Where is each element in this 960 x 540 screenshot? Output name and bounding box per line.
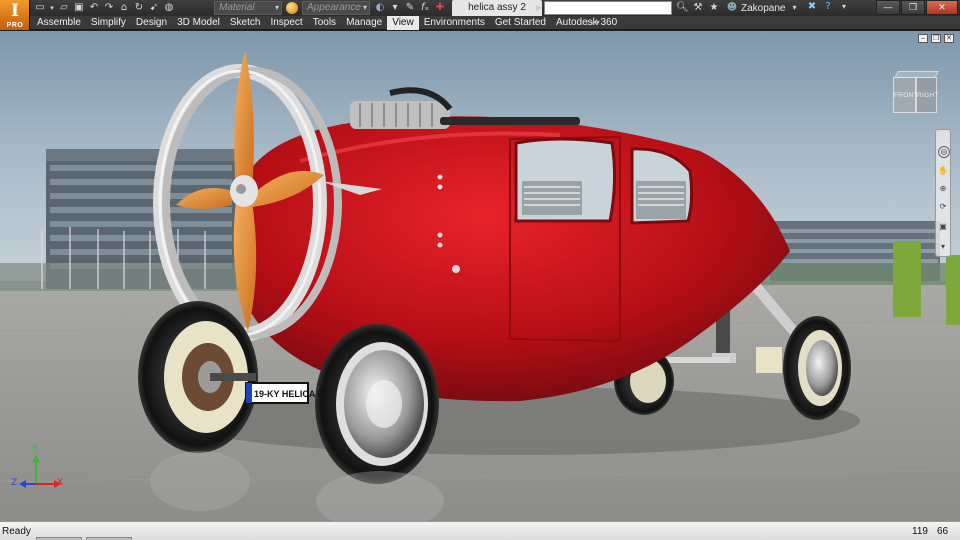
application-menu-button[interactable]: I PRO <box>0 0 30 30</box>
ribbon-tabs: Assemble Simplify Design 3D Model Sketch Insp… <box>32 16 622 30</box>
license-plate-text: 19-KY HELICA 01 <box>254 389 328 399</box>
ribbon-tab-tools[interactable]: Tools <box>308 16 341 30</box>
chevron-down-icon[interactable]: ▾ <box>838 1 850 13</box>
ribbon-tab-sketch[interactable]: Sketch <box>225 16 266 30</box>
triad-z-label: Z <box>11 478 18 488</box>
search-input[interactable] <box>544 1 672 15</box>
star-icon[interactable]: ★ <box>708 2 720 14</box>
quick-access-toolbar: ▭ ▾ ▱ ▣ ↶ ↷ ⌂ ↻ ➹ ◍ <box>34 2 175 14</box>
clear-appearance-icon[interactable]: ◐ <box>374 2 386 14</box>
ribbon-tab-view[interactable]: View <box>387 16 419 30</box>
triad-axes-icon <box>19 455 61 488</box>
add-icon[interactable]: ✚ <box>434 2 446 14</box>
status-bar: Ready 119 66 <box>0 521 960 540</box>
status-text: Ready <box>2 526 31 537</box>
new-icon[interactable]: ▭ <box>34 2 46 14</box>
material-dropdown[interactable]: Material ▾ <box>214 1 282 15</box>
title-bar: ▭ ▾ ▱ ▣ ↶ ↷ ⌂ ↻ ➹ ◍ Material ▾ Appearanc… <box>0 0 960 16</box>
viewport-minimize-button[interactable]: – <box>918 34 928 43</box>
ribbon-options-icon[interactable]: ▭ ▾ <box>586 18 600 27</box>
coordinate-triad: Y X Z <box>10 444 70 502</box>
steering-wheel-icon[interactable]: ◎ <box>938 146 950 158</box>
ribbon-tab-manage[interactable]: Manage <box>341 16 387 30</box>
tab-scroll-icon[interactable]: ▶ <box>536 3 542 12</box>
appearance-placeholder: Appearance <box>307 2 361 13</box>
ribbon-tab-3d-model[interactable]: 3D Model <box>172 16 225 30</box>
viewcube-right-face[interactable]: RIGHT <box>916 77 938 113</box>
app-badge: PRO <box>6 22 24 29</box>
minimize-button[interactable]: — <box>876 0 900 15</box>
home-icon[interactable]: ⌂ <box>118 2 130 14</box>
triad-y-label: Y <box>32 444 38 454</box>
ribbon-tab-environments[interactable]: Environments <box>419 16 490 30</box>
formula-icon[interactable]: fₓ <box>419 2 431 14</box>
window-controls: — ❐ ✕ <box>876 0 958 15</box>
chevron-down-icon: ▾ <box>362 3 367 12</box>
document-tab-label: helica assy 2 <box>468 2 526 13</box>
exchange-icon[interactable]: ✖ <box>806 1 818 13</box>
save-icon[interactable]: ▣ <box>73 2 85 14</box>
select-icon[interactable]: ➹ <box>148 2 160 14</box>
front-right-wheel <box>315 324 439 484</box>
update-icon[interactable]: ↻ <box>133 2 145 14</box>
restore-button[interactable]: ❐ <box>901 0 925 15</box>
undo-icon[interactable]: ↶ <box>88 2 100 14</box>
inventor-logo-icon: I <box>11 1 19 21</box>
viewcube-front-face[interactable]: FRONT <box>893 77 918 113</box>
globe-icon[interactable]: ◍ <box>163 2 175 14</box>
ribbon-tab-assemble[interactable]: Assemble <box>32 16 86 30</box>
chevron-down-icon: ▾ <box>274 3 279 12</box>
triad-x-label: X <box>57 478 64 488</box>
viewport-close-button[interactable]: ✕ <box>944 34 954 43</box>
ribbon-tab-design[interactable]: Design <box>131 16 172 30</box>
quick-tools: ◐ ▾ ✎ fₓ ✚ ▾ <box>374 2 461 14</box>
ribbon-tab-inspect[interactable]: Inspect <box>265 16 307 30</box>
viewport-restore-button[interactable]: ❐ <box>931 34 941 43</box>
ribbon-bar: Assemble Simplify Design 3D Model Sketch Insp… <box>0 16 960 30</box>
status-occurrence-count: 119 <box>912 526 928 537</box>
viewport-window-controls: – ❐ ✕ <box>918 34 954 43</box>
scene-render: 19-KY HELICA 01 <box>0 31 960 521</box>
measure-icon[interactable]: ✎ <box>404 2 416 14</box>
user-name: Zakopane <box>741 2 786 14</box>
look-at-icon[interactable]: ▣ <box>938 222 948 232</box>
appearance-swatch-icon[interactable] <box>286 2 298 14</box>
chevron-down-icon: ▾ <box>792 3 797 12</box>
dropdown-icon[interactable]: ▾ <box>49 2 55 14</box>
viewcube[interactable]: FRONT RIGHT <box>891 71 941 113</box>
orbit-icon[interactable]: ⟳ <box>938 202 948 212</box>
navigation-bar: ◎ ✋ ⊕ ⟳ ▣ ▾ <box>935 129 951 257</box>
material-placeholder: Material <box>219 2 255 13</box>
user-account[interactable]: ☻ Zakopane ▾ <box>726 1 800 15</box>
green-sign <box>893 241 921 317</box>
help-toolbar: 🔍︎ ⚒ ★ <box>676 1 720 15</box>
appearance-dropdown[interactable]: Appearance ▾ <box>302 1 370 15</box>
navbar-options-icon[interactable]: ▾ <box>938 242 948 252</box>
background-building-right <box>760 221 960 285</box>
redo-icon[interactable]: ↷ <box>103 2 115 14</box>
ribbon-tab-simplify[interactable]: Simplify <box>86 16 131 30</box>
search-icon[interactable]: 🔍︎ <box>676 2 689 14</box>
adjust-icon[interactable]: ▾ <box>389 2 401 14</box>
user-icon: ☻ <box>726 2 738 13</box>
ribbon-tab-get-started[interactable]: Get Started <box>490 16 551 30</box>
zoom-icon[interactable]: ⊕ <box>938 184 948 194</box>
status-open-documents-count: 66 <box>937 526 949 537</box>
close-button[interactable]: ✕ <box>926 0 958 15</box>
graphics-viewport[interactable]: 19-KY HELICA 01 – ❐ ✕ FRONT RIGHT ◎ ✋ ⊕ … <box>0 31 960 521</box>
wrench-icon[interactable]: ⚒ <box>692 2 704 14</box>
pan-icon[interactable]: ✋ <box>938 166 948 176</box>
open-icon[interactable]: ▱ <box>58 2 70 14</box>
document-tab[interactable]: helica assy 2 <box>452 0 542 16</box>
rear-wheel <box>783 316 851 420</box>
help-icon[interactable]: ? <box>822 1 834 13</box>
